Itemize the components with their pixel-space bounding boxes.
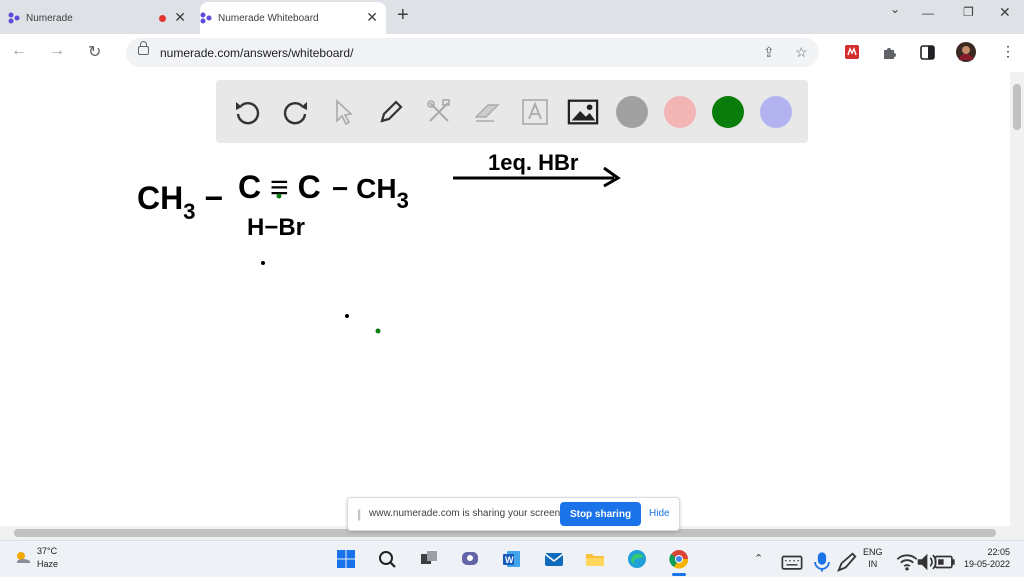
tab-strip: Numerade ✕ Numerade Whiteboard ✕ + ⌄ — ❐… xyxy=(0,0,1024,34)
extension-red-icon[interactable] xyxy=(845,45,859,59)
handwriting-alkyne: C ≡ C xyxy=(238,169,321,205)
file-explorer-icon[interactable] xyxy=(584,548,606,570)
chevron-down-icon[interactable]: ⌄ xyxy=(890,2,900,16)
close-tab-icon[interactable]: ✕ xyxy=(174,10,186,24)
weather-temp: 37°C xyxy=(37,546,58,556)
task-view-icon[interactable] xyxy=(418,548,440,570)
close-tab-icon[interactable]: ✕ xyxy=(366,10,378,24)
battery-icon[interactable] xyxy=(934,551,956,573)
chevron-up-icon[interactable]: ⌃ xyxy=(754,552,763,565)
weather-haze-icon[interactable] xyxy=(13,547,33,567)
taskbar: 37°C Haze W ⌃ ENG IN 22:05 19-05-2022 xyxy=(0,540,1024,577)
menu-kebab-icon[interactable]: ⋮ xyxy=(1001,43,1015,60)
tab-numerade-whiteboard[interactable]: Numerade Whiteboard ✕ xyxy=(200,2,386,34)
share-icon[interactable]: ⇪ xyxy=(763,44,775,61)
vertical-scroll-thumb[interactable] xyxy=(1013,84,1021,130)
teams-chat-icon[interactable] xyxy=(459,548,481,570)
start-windows-icon[interactable] xyxy=(335,548,357,570)
keyboard-icon[interactable] xyxy=(781,551,803,573)
screen-share-bar: || www.numerade.com is sharing your scre… xyxy=(347,497,680,531)
mail-icon[interactable] xyxy=(543,548,565,570)
clock-date: 19-05-2022 xyxy=(963,559,1010,569)
minimize-icon[interactable]: — xyxy=(922,6,934,20)
numerade-logo-icon xyxy=(200,12,212,24)
black-dot xyxy=(345,314,349,318)
tab-title: Numerade Whiteboard xyxy=(218,12,319,24)
region-code: IN xyxy=(868,559,878,569)
lock-icon xyxy=(138,41,149,55)
microphone-icon[interactable] xyxy=(811,551,833,573)
drag-handle-icon[interactable]: || xyxy=(357,507,361,521)
url-text: numerade.com/answers/whiteboard/ xyxy=(160,46,354,60)
hide-button[interactable]: Hide xyxy=(649,508,670,519)
whiteboard-canvas[interactable]: CH3 − C ≡ C − CH3 H−Br 1eq. HBr xyxy=(0,72,1010,526)
green-dot xyxy=(375,328,381,334)
clock-time: 22:05 xyxy=(987,547,1010,557)
tab-numerade[interactable]: Numerade ✕ xyxy=(8,2,194,34)
handwriting-reactant-left: CH3 − xyxy=(137,180,223,224)
reload-icon[interactable]: ↻ xyxy=(88,42,101,62)
side-panel-icon[interactable] xyxy=(920,45,935,60)
bookmark-star-icon[interactable]: ☆ xyxy=(795,44,808,61)
close-window-icon[interactable]: ✕ xyxy=(999,4,1011,21)
black-dot xyxy=(261,261,265,265)
green-dot xyxy=(276,193,282,199)
handwriting-reactant-right: − CH3 xyxy=(332,173,409,213)
back-icon[interactable]: ← xyxy=(11,42,27,60)
handwriting-addend: H−Br xyxy=(247,214,305,241)
address-bar[interactable]: numerade.com/answers/whiteboard/ ⇪ ☆ xyxy=(126,38,819,67)
share-message: www.numerade.com is sharing your screen. xyxy=(369,508,563,519)
numerade-logo-icon xyxy=(8,12,20,24)
extensions-puzzle-icon[interactable] xyxy=(882,45,897,60)
handwriting-reagent: 1eq. HBr xyxy=(488,150,579,175)
edge-icon[interactable] xyxy=(626,548,648,570)
weather-condition: Haze xyxy=(37,559,59,569)
language-code: ENG xyxy=(863,547,883,557)
profile-avatar[interactable] xyxy=(956,42,976,62)
new-tab-button[interactable]: + xyxy=(397,4,409,27)
restore-icon[interactable]: ❐ xyxy=(963,5,974,19)
word-icon[interactable]: W xyxy=(501,548,523,570)
search-icon[interactable] xyxy=(376,548,398,570)
browser-toolbar: ← → ↻ numerade.com/answers/whiteboard/ ⇪… xyxy=(0,34,1024,73)
chrome-icon[interactable] xyxy=(668,548,690,570)
recording-indicator-icon xyxy=(159,15,166,22)
tab-title: Numerade xyxy=(26,12,73,24)
forward-icon[interactable]: → xyxy=(49,42,65,60)
language-indicator[interactable]: ENG IN xyxy=(863,546,883,570)
vertical-scrollbar[interactable] xyxy=(1010,72,1024,526)
pen-tray-icon[interactable] xyxy=(836,551,858,573)
svg-text:W: W xyxy=(505,555,514,565)
stop-sharing-button[interactable]: Stop sharing xyxy=(560,502,641,526)
clock[interactable]: 22:05 19-05-2022 xyxy=(964,546,1010,570)
